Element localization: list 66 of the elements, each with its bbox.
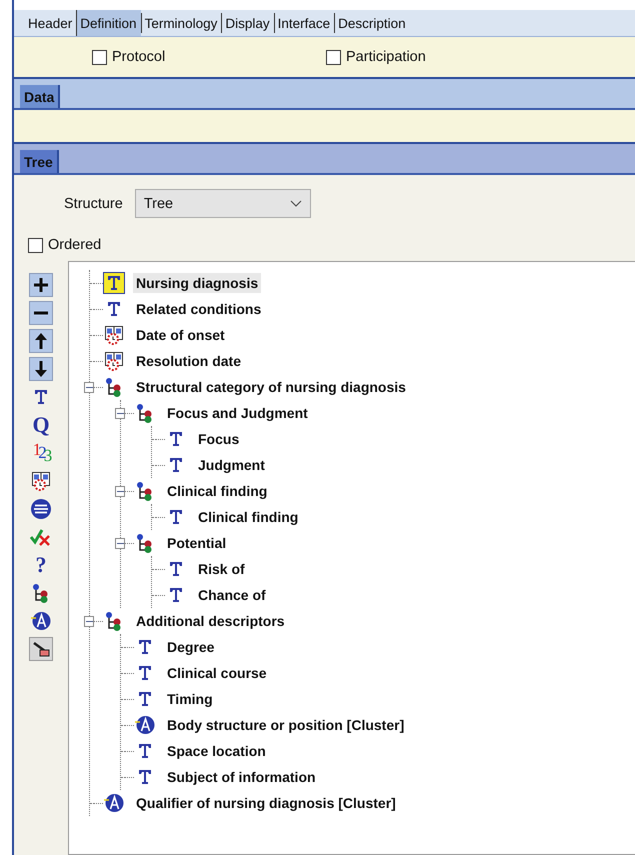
tree-item[interactable]: Clinical finding <box>164 481 270 501</box>
tree-item[interactable]: Related conditions <box>133 299 264 319</box>
list-circle-icon[interactable] <box>30 497 52 521</box>
tool-button[interactable]: ? <box>29 553 53 577</box>
checkbox[interactable]: Ordered <box>28 237 635 253</box>
plus-icon <box>32 276 50 294</box>
tree-item[interactable]: Timing <box>164 689 216 709</box>
letter-circle-icon <box>135 715 155 735</box>
section-tab[interactable]: Tree <box>20 150 59 173</box>
checkbox-label: Ordered <box>48 237 102 253</box>
checkbox[interactable]: Participation <box>326 49 426 65</box>
tab[interactable]: Header <box>24 10 76 36</box>
structure-label: Structure <box>64 196 123 212</box>
checkbox[interactable]: Protocol <box>92 49 326 65</box>
calendar-clock-icon <box>104 351 124 371</box>
tree-item[interactable]: Date of onset <box>133 325 228 345</box>
checkbox-box[interactable] <box>92 50 107 64</box>
tab[interactable]: Terminology <box>140 13 222 33</box>
arrow-up-icon <box>32 332 50 350</box>
collapse-toggle[interactable] <box>115 538 125 548</box>
checkbox-box[interactable] <box>28 238 43 252</box>
tree-item[interactable]: Clinical finding <box>195 507 302 527</box>
tree-item[interactable]: Space location <box>164 741 269 761</box>
tree-item[interactable]: Clinical course <box>164 663 270 683</box>
tool-button[interactable]: 123 <box>27 441 55 465</box>
tree-item[interactable]: Degree <box>164 637 218 657</box>
structure-dropdown[interactable]: Tree <box>134 189 311 218</box>
collapse-toggle[interactable] <box>84 616 94 626</box>
tree-item[interactable]: Nursing diagnosis <box>133 273 262 293</box>
tree-item[interactable]: Structural category of nursing diagnosis <box>133 377 409 397</box>
tree-item[interactable]: Additional descriptors <box>133 611 288 631</box>
tree-item[interactable]: Subject of information <box>164 767 319 787</box>
pencil-icon <box>32 641 50 657</box>
tree-item[interactable]: Potential <box>164 533 230 553</box>
arrow-down-icon <box>32 360 50 378</box>
minus-icon <box>33 311 49 315</box>
add-button[interactable] <box>29 273 53 297</box>
tree-item[interactable]: Chance of <box>195 585 269 605</box>
tree-item[interactable]: Resolution date <box>133 351 244 371</box>
tree-item[interactable]: Body structure or position [Cluster] <box>164 715 408 735</box>
chevron-down-icon <box>290 200 302 208</box>
letter-circle-icon <box>31 611 51 631</box>
collapse-toggle[interactable] <box>84 382 94 392</box>
edit-button[interactable] <box>29 637 53 661</box>
move-down-button[interactable] <box>29 357 53 381</box>
tree-item[interactable]: Focus <box>195 429 242 449</box>
tree-item[interactable]: Risk of <box>195 559 248 579</box>
tool-button[interactable]: Q <box>29 413 53 437</box>
tab[interactable]: Definition <box>76 10 141 36</box>
collapse-toggle[interactable] <box>115 408 125 418</box>
collapse-toggle[interactable] <box>115 486 125 496</box>
remove-button[interactable] <box>29 301 53 325</box>
tree-item[interactable]: Focus and Judgment <box>164 403 311 423</box>
move-up-button[interactable] <box>29 329 53 353</box>
tree-item[interactable]: Qualifier of nursing diagnosis [Cluster] <box>133 793 399 813</box>
checkbox-box[interactable] <box>326 50 341 64</box>
tab[interactable]: Description <box>334 13 410 33</box>
calendar-clock-icon <box>104 325 124 345</box>
tab[interactable]: Interface <box>274 13 334 33</box>
letter-circle-icon <box>104 793 124 813</box>
tab[interactable]: Display <box>221 13 274 33</box>
calendar-clock-icon <box>31 471 51 491</box>
checkbox-label: Protocol <box>112 49 166 65</box>
tree-item[interactable]: Judgment <box>195 455 268 475</box>
checkbox-label: Participation <box>346 49 426 65</box>
section-tab[interactable]: Data <box>20 85 60 108</box>
